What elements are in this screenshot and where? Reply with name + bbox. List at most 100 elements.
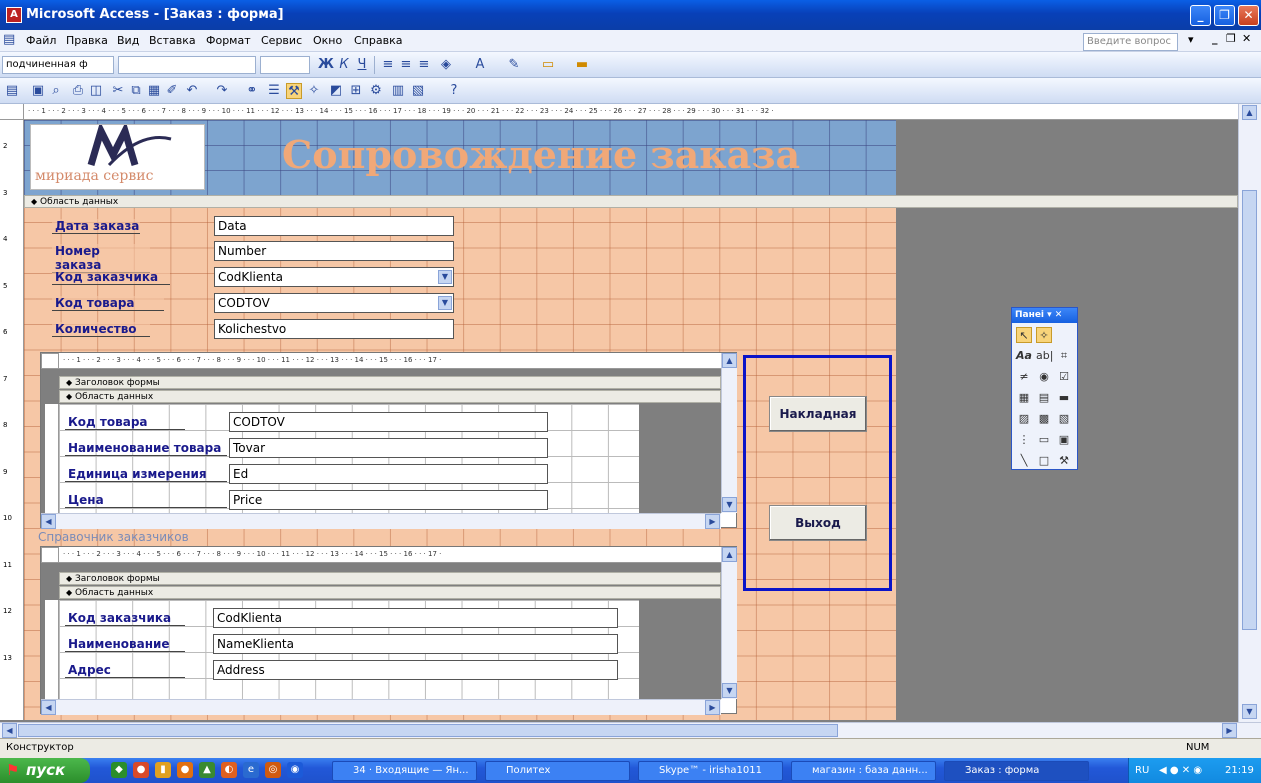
cut-icon[interactable]: ✂	[110, 83, 126, 99]
subform-tool-icon[interactable]: ▣	[1056, 432, 1072, 448]
object-combo[interactable]: подчиненная ф	[2, 56, 114, 74]
subform2-vscrollbar[interactable]: ▲ ▼	[721, 547, 737, 699]
doc-close-icon[interactable]: ✕	[1242, 32, 1251, 45]
align-left-icon[interactable]: ≡	[380, 57, 396, 73]
scroll-thumb[interactable]	[1242, 190, 1257, 630]
vertical-ruler[interactable]: 2 3 4 5 6 7 8 9 10 11 12 13	[0, 120, 24, 720]
code-icon[interactable]: ◩	[328, 83, 344, 99]
autoformat-icon[interactable]: ✧	[306, 83, 322, 99]
format-painter-icon[interactable]: ✐	[164, 83, 180, 99]
label-quantity[interactable]: Количество	[52, 322, 150, 337]
form-title[interactable]: Сопровождение заказа	[282, 132, 800, 177]
scroll-up-icon[interactable]: ▲	[722, 353, 737, 368]
access-app-icon[interactable]: A	[6, 7, 22, 23]
fill-color-icon[interactable]: ◈	[438, 57, 454, 73]
font-color-icon[interactable]: A	[472, 57, 488, 73]
scroll-left-icon[interactable]: ◀	[41, 514, 56, 529]
toolbox-palette[interactable]: Панеі ▾ ✕ ↖ ✧ Aa ab| ⌗ ≠ ◉ ☑ ▦ ▤ ▬ ▨ ▩ ▧…	[1011, 307, 1078, 470]
scroll-down-icon[interactable]: ▼	[1242, 704, 1257, 719]
sub1-field-product-name[interactable]: Tovar	[229, 438, 548, 458]
sub1-field-price[interactable]: Price	[229, 490, 548, 510]
scroll-left-icon[interactable]: ◀	[2, 723, 17, 738]
new-object-icon[interactable]: ▧	[410, 83, 426, 99]
menu-insert[interactable]: Вставка	[149, 34, 196, 47]
sub2-label-name[interactable]: Наименование	[65, 637, 185, 652]
menu-view[interactable]: Вид	[117, 34, 139, 47]
rectangle-tool-icon[interactable]: □	[1036, 453, 1052, 469]
quicklaunch-icon-7[interactable]: e	[243, 762, 259, 778]
menu-edit[interactable]: Правка	[66, 34, 108, 47]
task-yandex-mail[interactable]: 34 · Входящие — Ян...	[332, 761, 477, 781]
hyperlink-icon[interactable]: ⚭	[244, 83, 260, 99]
quicklaunch-icon-2[interactable]: ●	[133, 762, 149, 778]
file-search-icon[interactable]: ⌕	[48, 83, 64, 99]
quicklaunch-icon-3[interactable]: ▮	[155, 762, 171, 778]
horizontal-ruler[interactable]: · · · 1 · · · 2 · · · 3 · · · 4 · · · 5 …	[24, 104, 1238, 120]
clock[interactable]: 21:19	[1225, 758, 1254, 783]
close-button[interactable]: ✕	[1238, 5, 1259, 26]
sub1-label-unit[interactable]: Единица измерения	[65, 467, 227, 482]
unbound-object-tool-icon[interactable]: ▩	[1036, 411, 1052, 427]
image-tool-icon[interactable]: ▨	[1016, 411, 1032, 427]
print-icon[interactable]: ⎙	[70, 83, 86, 99]
form-selector[interactable]	[0, 104, 24, 120]
task-order-form[interactable]: Заказ : форма	[944, 761, 1089, 781]
menu-file[interactable]: Файл	[26, 34, 56, 47]
paste-icon[interactable]: ▦	[146, 83, 162, 99]
field-quantity[interactable]: Kolichestvo	[214, 319, 454, 339]
scroll-thumb[interactable]	[18, 724, 838, 737]
checkbox-tool-icon[interactable]: ☑	[1056, 369, 1072, 385]
option-group-tool-icon[interactable]: ⌗	[1056, 348, 1072, 364]
subform2-header-section[interactable]: ◆ Заголовок формы	[59, 572, 721, 585]
scroll-down-icon[interactable]: ▼	[722, 683, 737, 698]
menu-window[interactable]: Окно	[313, 34, 342, 47]
doc-minimize-icon[interactable]: _	[1212, 32, 1218, 45]
field-product-code[interactable]: CODTOV ▼	[214, 293, 454, 313]
database-window-icon[interactable]: ▥	[390, 83, 406, 99]
sub1-label-price[interactable]: Цена	[65, 493, 227, 508]
listbox-tool-icon[interactable]: ▤	[1036, 390, 1052, 406]
textbox-tool-icon[interactable]: ab|	[1036, 348, 1053, 364]
sub2-label-customer-code[interactable]: Код заказчика	[65, 611, 185, 626]
more-controls-icon[interactable]: ⚒	[1056, 453, 1072, 469]
scroll-right-icon[interactable]: ▶	[705, 700, 720, 715]
help-search-input[interactable]: Введите вопрос	[1083, 33, 1178, 51]
subform-selector[interactable]	[41, 353, 59, 369]
quicklaunch-icon-8[interactable]: ◎	[265, 762, 281, 778]
tray-icons[interactable]: ◀ ● ✕ ◉	[1159, 758, 1202, 783]
toggle-button-tool-icon[interactable]: ≠	[1016, 369, 1032, 385]
copy-icon[interactable]: ⧉	[128, 83, 144, 99]
label-tool-icon[interactable]: Aa	[1016, 348, 1032, 364]
sub2-label-address[interactable]: Адрес	[65, 663, 185, 678]
font-size-combo[interactable]	[260, 56, 310, 74]
bold-icon[interactable]: Ж	[318, 57, 334, 73]
subform-data-section[interactable]: ◆ Область данных	[59, 390, 721, 403]
properties-icon[interactable]: ⊞	[348, 83, 364, 99]
command-button-tool-icon[interactable]: ▬	[1056, 390, 1072, 406]
invoice-button[interactable]: Накладная	[769, 396, 867, 432]
section-data-header[interactable]: ◆ Область данных	[24, 195, 1238, 208]
exit-button[interactable]: Выход	[769, 505, 867, 541]
subform2-selector[interactable]	[41, 547, 59, 563]
tab-control-tool-icon[interactable]: ▭	[1036, 432, 1052, 448]
main-vscrollbar[interactable]: ▲ ▼	[1238, 104, 1261, 722]
quicklaunch-icon-1[interactable]: ◆	[111, 762, 127, 778]
language-indicator[interactable]: RU	[1135, 758, 1149, 783]
help-dropdown-icon[interactable]: ▾	[1188, 33, 1194, 46]
form-window-icon[interactable]: ▤	[3, 32, 15, 47]
field-order-date[interactable]: Data	[214, 216, 454, 236]
chevron-down-icon[interactable]: ▼	[438, 270, 452, 284]
label-order-date[interactable]: Дата заказа	[52, 219, 140, 234]
undo-icon[interactable]: ↶	[184, 83, 200, 99]
restore-button[interactable]: ❐	[1214, 5, 1235, 26]
subform-header-section[interactable]: ◆ Заголовок формы	[59, 376, 721, 389]
combobox-tool-icon[interactable]: ▦	[1016, 390, 1032, 406]
save-icon[interactable]: ▣	[30, 83, 46, 99]
font-combo[interactable]	[118, 56, 256, 74]
align-right-icon[interactable]: ≡	[416, 57, 432, 73]
toolbox-titlebar[interactable]: Панеі ▾ ✕	[1012, 308, 1077, 323]
sub1-field-product-code[interactable]: CODTOV	[229, 412, 548, 432]
main-hscrollbar[interactable]: ◀ ▶	[0, 722, 1261, 738]
task-polytech-folder[interactable]: Политех	[485, 761, 630, 781]
print-preview-icon[interactable]: ◫	[88, 83, 104, 99]
